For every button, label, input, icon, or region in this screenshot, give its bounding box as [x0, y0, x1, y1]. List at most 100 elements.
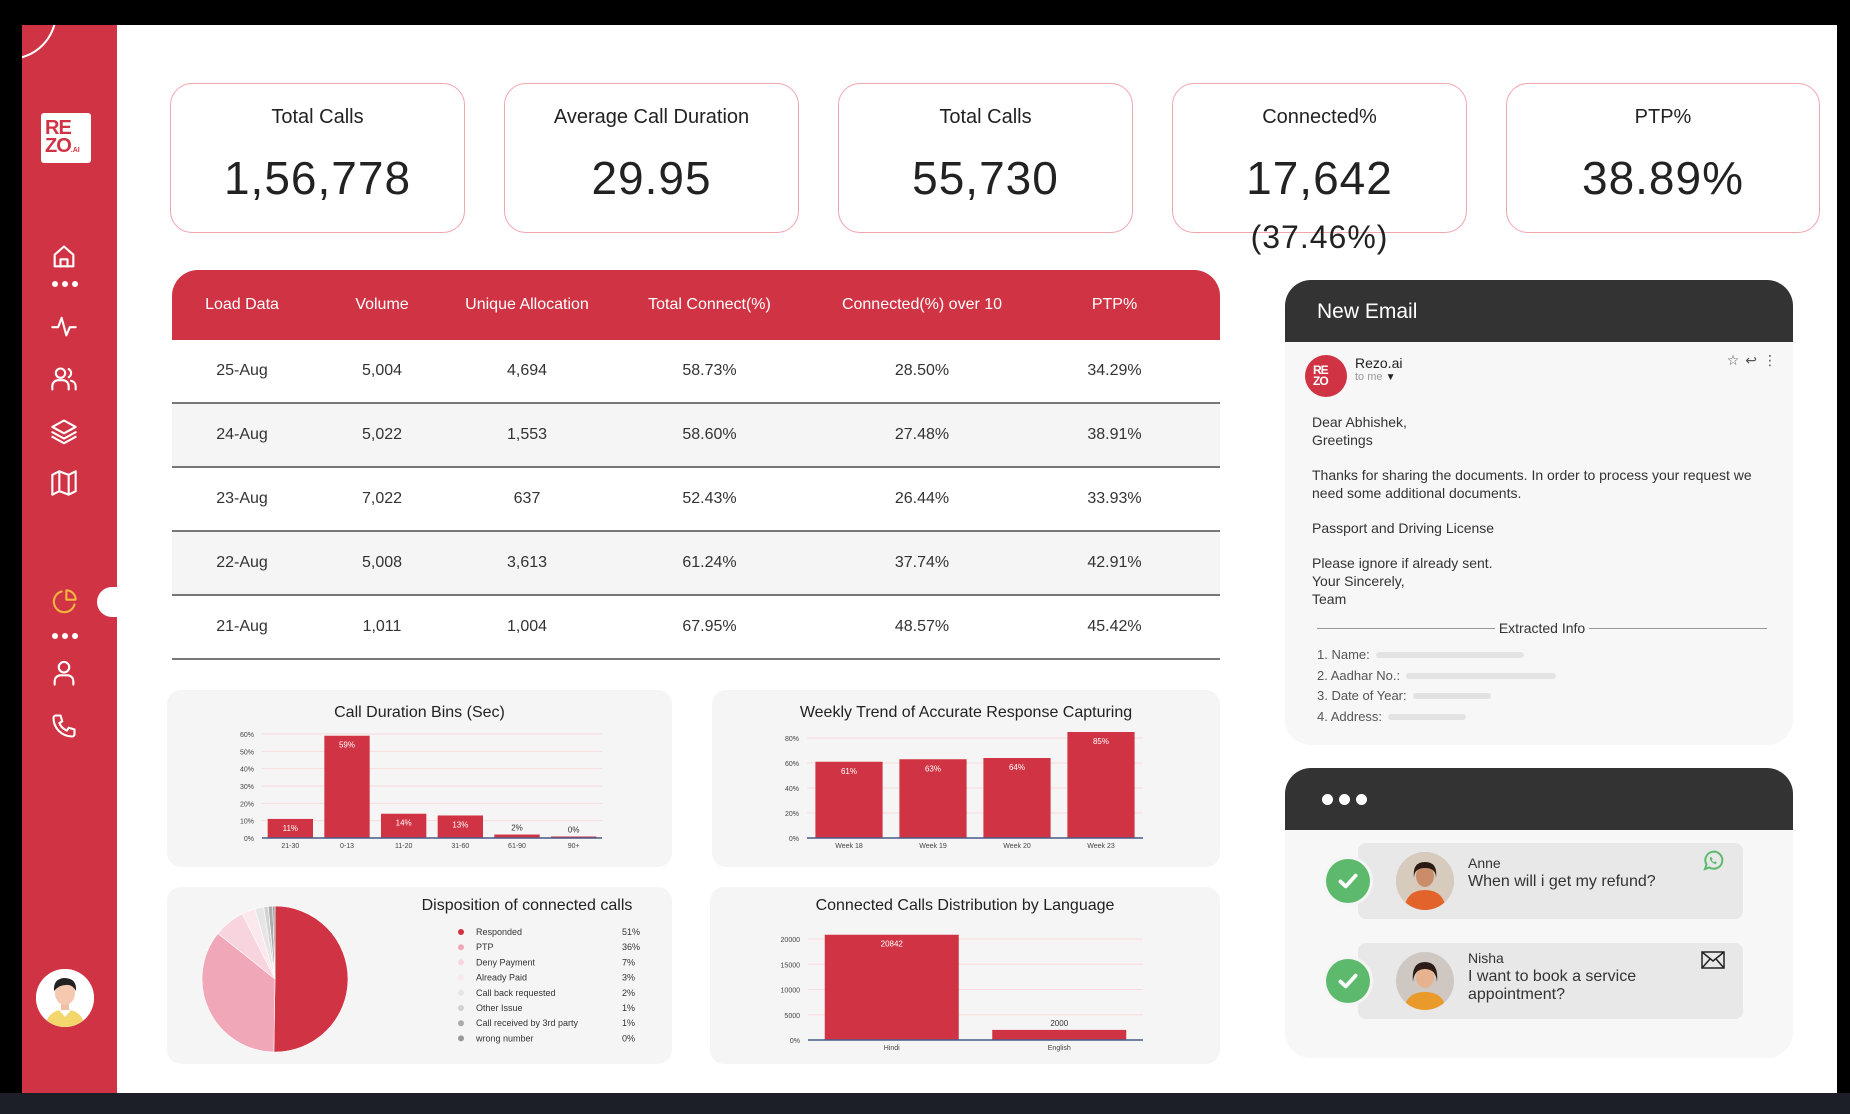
email-sender: RE ZO Rezo.ai to me ▼ [1305, 355, 1402, 397]
user-icon [53, 660, 75, 686]
x-tick-label: English [1048, 1045, 1071, 1052]
recipient-toggle[interactable]: to me ▼ [1355, 371, 1402, 383]
kpi-card-average-call-duration: Average Call Duration 29.95 [504, 83, 799, 233]
table-cell: 52.43% [682, 490, 737, 507]
table-cell: 5,022 [361, 426, 403, 443]
table-row[interactable]: 21-Aug 1,011 1,004 67.95% 48.57% 45.42% [172, 596, 1220, 660]
contact-avatar-nisha [1396, 952, 1454, 1010]
contact-name: Anne [1468, 855, 1501, 871]
sender-avatar: RE ZO [1305, 355, 1347, 397]
data-label: 0% [568, 826, 580, 835]
legend-label: Call back requested [476, 988, 556, 998]
field-name: 1. Name: [1317, 645, 1556, 666]
sidebar-item-layers[interactable] [44, 415, 84, 447]
sidebar-item-analytics[interactable] [44, 586, 84, 618]
mail-icon [1701, 951, 1725, 974]
sidebar-more-dots-2[interactable] [52, 633, 78, 639]
table-row[interactable]: 23-Aug 7,022 637 52.43% 26.44% 33.93% [172, 468, 1220, 532]
load-data-table: Load Data Volume Unique Allocation Total… [172, 270, 1220, 660]
paragraph: Thanks for sharing the documents. In ord… [1312, 467, 1752, 501]
pie-slice [273, 905, 349, 1053]
table-cell: 45.42% [1087, 618, 1142, 635]
table-cell: 27.48% [894, 426, 950, 443]
star-icon[interactable]: ☆ [1727, 352, 1740, 369]
reply-icon[interactable]: ↩ [1745, 352, 1757, 369]
sidebar-item-activity[interactable] [44, 310, 84, 342]
kpi-extra: (37.46%) [1250, 219, 1389, 255]
legend-value: 7% [622, 957, 635, 967]
y-tick-label: 10% [240, 819, 254, 826]
contact-name: Nisha [1468, 950, 1504, 966]
sender-name: Rezo.ai [1355, 355, 1403, 371]
column-header[interactable]: Volume [312, 296, 452, 314]
y-tick-label: 50% [240, 749, 254, 756]
window-dot-icon [1339, 793, 1350, 805]
column-header[interactable]: Connected(%) over 10 [817, 296, 1027, 314]
table-cell: 33.93% [1087, 490, 1142, 507]
legend-label: Deny Payment [476, 957, 536, 967]
window-dot-icon [1356, 793, 1367, 805]
chat-message[interactable]: Nisha I want to book a service appointme… [1358, 943, 1743, 1019]
column-header[interactable]: Load Data [172, 296, 312, 314]
rezo-logo[interactable]: RE ZO.AI [41, 113, 91, 163]
table-cell: 58.73% [682, 362, 737, 379]
sidebar-item-profile[interactable] [44, 657, 84, 689]
sidebar-more-dots-1[interactable] [52, 281, 78, 287]
legend-value: 3% [622, 973, 635, 983]
x-tick-label: 21-30 [281, 843, 299, 850]
legend-label: Already Paid [476, 973, 527, 983]
table-cell: 24-Aug [216, 426, 268, 443]
legend-value: 0% [622, 1033, 635, 1043]
table-row[interactable]: 24-Aug 5,022 1,553 58.60% 27.48% 38.91% [172, 404, 1220, 468]
field-placeholder-bar [1406, 672, 1557, 679]
table-cell: 61.24% [682, 554, 737, 571]
data-label: 2% [511, 824, 523, 833]
documents-requested: Passport and Driving License [1312, 520, 1495, 536]
legend-swatch [458, 959, 464, 966]
email-header: New Email [1285, 280, 1793, 342]
sidebar-item-users[interactable] [44, 363, 84, 395]
message-text: When will i get my refund? [1468, 873, 1656, 890]
legend-value: 1% [622, 1003, 635, 1013]
column-header[interactable]: Unique Allocation [452, 296, 602, 314]
legend-swatch [458, 944, 464, 951]
field-placeholder-bar [1375, 652, 1524, 659]
call-duration-bar-chart: 0% 10% 20% 30% 40% 50% 60% 11% 21-30 59% 0-13 14% 11… [240, 732, 602, 850]
column-header[interactable]: Total Connect(%) [602, 296, 817, 314]
data-label: 20842 [881, 940, 904, 949]
more-vertical-icon[interactable]: ⋮ [1763, 352, 1777, 369]
table-cell: 58.60% [682, 426, 737, 443]
whatsapp-icon [1701, 849, 1725, 878]
user-avatar[interactable] [36, 969, 94, 1027]
y-tick-label: 40% [240, 767, 254, 774]
field-address: 4. Address: [1317, 707, 1556, 728]
table-row[interactable]: 22-Aug 5,008 3,613 61.24% 37.74% 42.91% [172, 532, 1220, 596]
chat-message[interactable]: Anne When will i get my refund? [1358, 843, 1743, 919]
field-aadhar: 2. Aadhar No.: [1317, 666, 1557, 687]
field-placeholder-bar [1412, 693, 1491, 700]
data-label: 59% [339, 741, 355, 750]
column-header[interactable]: PTP% [1027, 296, 1202, 314]
logo-suffix: .AI [70, 147, 80, 154]
dashboard-window: RE ZO.AI Total Calls 1,56,778 Average Ca… [22, 25, 1837, 1093]
legend-swatch [458, 1005, 464, 1011]
extracted-info-divider: Extracted Info [1317, 620, 1768, 636]
table-cell: 26.44% [894, 490, 950, 507]
data-label: 85% [1093, 737, 1109, 746]
x-tick-label: Week 19 [919, 843, 947, 850]
y-tick-label: 0% [244, 836, 254, 843]
x-tick-label: 11-20 [395, 843, 412, 850]
sidebar-item-map[interactable] [44, 467, 84, 499]
legend-swatch [458, 929, 464, 935]
kpi-title: Total Calls [271, 106, 364, 128]
sidebar-item-home[interactable] [44, 241, 84, 273]
table-cell: 34.29% [1087, 362, 1142, 379]
table-cell: 637 [513, 490, 541, 507]
extracted-fields: 1. Name: 2. Aadhar No.: 3. Date of Year:… [1317, 645, 1557, 728]
greeting: Dear Abhishek, [1312, 414, 1407, 430]
legend-label: wrong number [475, 1033, 534, 1043]
bar [1067, 732, 1135, 838]
table-row[interactable]: 25-Aug 5,004 4,694 58.73% 28.50% 34.29% [172, 340, 1220, 404]
sidebar-item-calls[interactable] [44, 710, 84, 742]
y-tick-label: 60% [240, 732, 254, 739]
